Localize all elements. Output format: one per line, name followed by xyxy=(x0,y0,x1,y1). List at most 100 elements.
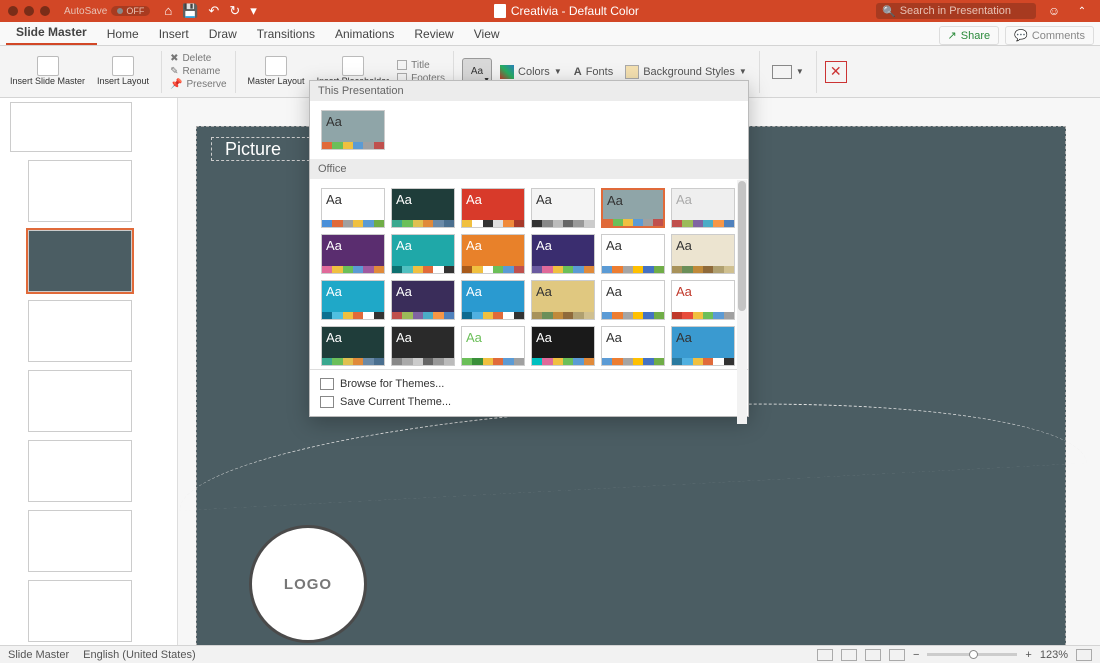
document-title: Creativia - Default Color xyxy=(257,4,876,18)
insert-slide-master-button[interactable]: Insert Slide Master xyxy=(6,49,89,95)
theme-option[interactable]: Aa xyxy=(531,280,595,320)
theme-option[interactable]: Aa xyxy=(321,234,385,274)
theme-option[interactable]: Aa xyxy=(671,234,735,274)
fit-to-window-button[interactable] xyxy=(1076,649,1092,661)
ribbon-options-icon[interactable]: ⌃ xyxy=(1072,1,1092,21)
theme-color-chips xyxy=(462,220,524,227)
zoom-in-button[interactable]: + xyxy=(1025,649,1031,661)
theme-preview-text: Aa xyxy=(672,327,734,358)
layout-thumbnail[interactable] xyxy=(28,510,132,572)
theme-color-chips xyxy=(603,219,663,226)
window-controls[interactable] xyxy=(8,6,50,16)
tab-draw[interactable]: Draw xyxy=(199,23,247,45)
theme-option[interactable]: Aa xyxy=(671,280,735,320)
theme-option[interactable]: Aa xyxy=(461,280,525,320)
status-mode[interactable]: Slide Master xyxy=(8,649,69,661)
close-master-button[interactable]: ✕ xyxy=(825,61,847,83)
undo-icon[interactable]: ↶ xyxy=(208,3,219,19)
slide-thumbnails-panel[interactable] xyxy=(0,98,178,645)
theme-option[interactable]: Aa xyxy=(531,326,595,366)
close-window-icon[interactable] xyxy=(8,6,18,16)
theme-option[interactable]: Aa xyxy=(321,326,385,366)
home-icon[interactable]: ⌂ xyxy=(164,3,172,19)
master-layout-button[interactable]: Master Layout xyxy=(244,49,309,95)
theme-option[interactable]: Aa xyxy=(601,280,665,320)
theme-option[interactable]: Aa xyxy=(321,280,385,320)
theme-preview-text: Aa xyxy=(462,327,524,358)
themes-scrollbar[interactable] xyxy=(737,180,747,424)
theme-option[interactable]: Aa xyxy=(671,188,735,228)
reading-view-button[interactable] xyxy=(865,649,881,661)
layout-thumbnail[interactable] xyxy=(28,580,132,642)
theme-option[interactable]: Aa xyxy=(391,280,455,320)
title-checkbox[interactable]: Title xyxy=(397,60,445,71)
slideshow-view-button[interactable] xyxy=(889,649,905,661)
tab-review[interactable]: Review xyxy=(404,23,463,45)
delete-icon: ✖ xyxy=(170,53,178,64)
preserve-button[interactable]: 📌Preserve xyxy=(170,79,226,90)
theme-option[interactable]: Aa xyxy=(391,326,455,366)
theme-option[interactable]: Aa xyxy=(321,188,385,228)
fonts-dropdown[interactable]: AFonts xyxy=(570,66,617,78)
zoom-slider[interactable] xyxy=(927,653,1017,656)
layout-thumbnail[interactable] xyxy=(28,230,132,292)
zoom-window-icon[interactable] xyxy=(40,6,50,16)
layout-thumbnail[interactable] xyxy=(28,300,132,362)
logo-placeholder[interactable]: LOGO xyxy=(249,525,367,643)
theme-option[interactable]: Aa xyxy=(601,188,665,228)
theme-color-chips xyxy=(462,266,524,273)
theme-option[interactable]: Aa xyxy=(601,326,665,366)
theme-option[interactable]: Aa xyxy=(391,234,455,274)
browse-themes-button[interactable]: Browse for Themes... xyxy=(320,375,738,393)
theme-option[interactable]: Aa xyxy=(601,234,665,274)
minimize-window-icon[interactable] xyxy=(24,6,34,16)
theme-option[interactable]: Aa xyxy=(671,326,735,366)
theme-option[interactable]: Aa xyxy=(461,188,525,228)
theme-color-chips xyxy=(672,220,734,227)
share-button[interactable]: ↗Share xyxy=(939,26,1000,45)
normal-view-button[interactable] xyxy=(817,649,833,661)
save-icon[interactable]: 💾 xyxy=(182,3,198,19)
theme-preview-text: Aa xyxy=(322,281,384,312)
theme-color-chips xyxy=(322,142,384,149)
theme-preview-text: Aa xyxy=(672,235,734,266)
sorter-view-button[interactable] xyxy=(841,649,857,661)
tab-view[interactable]: View xyxy=(464,23,510,45)
tab-transitions[interactable]: Transitions xyxy=(247,23,325,45)
theme-option[interactable]: Aa xyxy=(391,188,455,228)
theme-option[interactable]: Aa xyxy=(321,110,385,150)
autosave-label: AutoSave xyxy=(64,6,107,17)
layout-thumbnail[interactable] xyxy=(28,440,132,502)
autosave-toggle[interactable]: AutoSave OFF xyxy=(64,6,150,17)
theme-option[interactable]: Aa xyxy=(461,326,525,366)
search-input[interactable]: 🔍 Search in Presentation xyxy=(876,3,1036,19)
theme-option[interactable]: Aa xyxy=(461,234,525,274)
theme-color-chips xyxy=(322,312,384,319)
theme-color-chips xyxy=(532,266,594,273)
zoom-out-button[interactable]: − xyxy=(913,649,919,661)
rename-button[interactable]: ✎Rename xyxy=(170,66,226,77)
save-theme-button[interactable]: Save Current Theme... xyxy=(320,393,738,411)
background-styles-dropdown[interactable]: Background Styles▼ xyxy=(621,65,751,79)
save-icon xyxy=(320,396,334,408)
tab-insert[interactable]: Insert xyxy=(149,23,199,45)
master-thumbnail[interactable] xyxy=(10,102,132,152)
insert-layout-button[interactable]: Insert Layout xyxy=(93,49,153,95)
redo-icon[interactable]: ↻ xyxy=(229,3,240,19)
tab-slide-master[interactable]: Slide Master xyxy=(6,21,97,45)
zoom-level[interactable]: 123% xyxy=(1040,649,1068,661)
layout-thumbnail[interactable] xyxy=(28,160,132,222)
tab-home[interactable]: Home xyxy=(97,23,149,45)
delete-button[interactable]: ✖Delete xyxy=(170,53,226,64)
theme-option[interactable]: Aa xyxy=(531,188,595,228)
theme-option[interactable]: Aa xyxy=(531,234,595,274)
status-language[interactable]: English (United States) xyxy=(83,649,196,661)
search-icon: 🔍 xyxy=(882,5,896,18)
theme-preview-text: Aa xyxy=(322,189,384,220)
slide-size-dropdown[interactable]: ▼ xyxy=(768,65,808,79)
comments-button[interactable]: 💬Comments xyxy=(1005,26,1094,45)
layout-thumbnail[interactable] xyxy=(28,370,132,432)
account-icon[interactable]: ☺ xyxy=(1044,1,1064,21)
colors-dropdown[interactable]: Colors▼ xyxy=(496,65,566,79)
tab-animations[interactable]: Animations xyxy=(325,23,404,45)
